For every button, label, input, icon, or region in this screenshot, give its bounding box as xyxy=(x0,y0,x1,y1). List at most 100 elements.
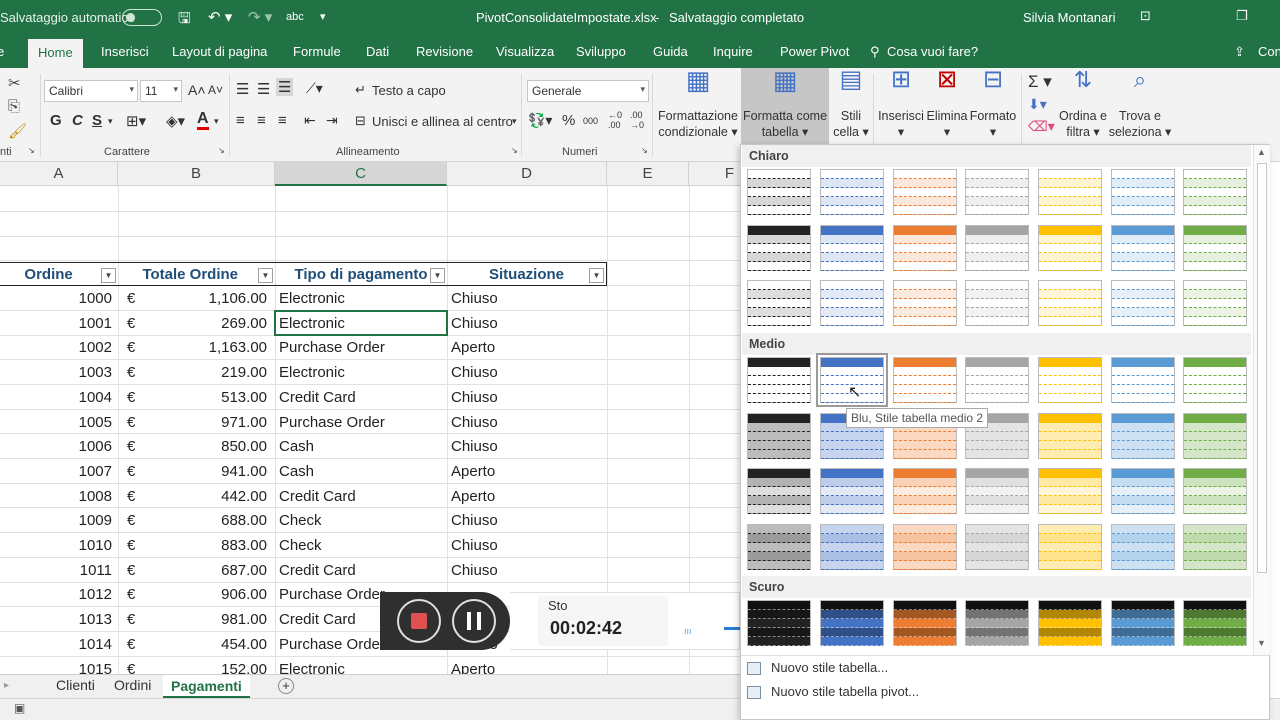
column-header-d[interactable]: D xyxy=(447,162,607,186)
merge-icon[interactable]: ⊟ xyxy=(355,113,366,129)
cell-ordine[interactable]: 1010 xyxy=(0,533,112,558)
cell-totale[interactable]: 883.00 xyxy=(140,533,267,558)
cell-situazione[interactable]: Aperto xyxy=(451,657,601,675)
cell-totale[interactable]: 269.00 xyxy=(140,311,267,336)
tab-power-pivot[interactable]: Power Pivot xyxy=(780,44,849,59)
cut-icon[interactable]: ✂ xyxy=(8,74,21,92)
table-style-swatch[interactable] xyxy=(1111,225,1175,271)
column-header-c[interactable]: C xyxy=(275,162,447,186)
increase-indent-icon[interactable]: ⇥ xyxy=(326,112,338,129)
cell-tipo[interactable]: Electronic xyxy=(279,657,447,675)
decrease-font-icon[interactable]: A˅ xyxy=(208,83,223,97)
pause-recording-button[interactable] xyxy=(452,599,496,643)
macro-record-icon[interactable]: ▣ xyxy=(14,701,25,715)
table-style-swatch[interactable] xyxy=(1038,357,1102,403)
cell-totale[interactable]: 971.00 xyxy=(140,410,267,435)
italic-button[interactable]: C xyxy=(72,112,83,129)
sheet-tab-clienti[interactable]: Clienti xyxy=(56,677,95,693)
table-style-swatch[interactable] xyxy=(1111,169,1175,215)
spelling-icon[interactable]: abc xyxy=(286,11,304,23)
scroll-sheets-left-icon[interactable]: ▸ xyxy=(4,680,9,691)
font-color-dropdown-icon[interactable]: ▾ xyxy=(214,116,219,127)
table-style-swatch[interactable] xyxy=(965,468,1029,514)
table-style-swatch[interactable] xyxy=(965,225,1029,271)
stop-recording-button[interactable] xyxy=(397,599,441,643)
cell-totale[interactable]: 152.00 xyxy=(140,657,267,675)
cell-tipo[interactable]: Check xyxy=(279,533,447,558)
clipboard-launcher-icon[interactable]: ↘ xyxy=(28,146,35,155)
tab-review[interactable]: Revisione xyxy=(416,44,473,59)
table-style-swatch[interactable] xyxy=(893,600,957,646)
tell-me-search[interactable]: Cosa vuoi fare? xyxy=(887,44,978,59)
tab-insert[interactable]: Inserisci xyxy=(101,44,149,59)
cell-situazione[interactable]: Chiuso xyxy=(451,508,601,533)
table-style-swatch[interactable] xyxy=(820,225,884,271)
table-style-swatch[interactable] xyxy=(820,524,884,570)
borders-icon[interactable]: ⊞▾ xyxy=(126,112,146,130)
cell-ordine[interactable]: 1008 xyxy=(0,484,112,509)
cell-ordine[interactable]: 1000 xyxy=(0,286,112,311)
alignment-launcher-icon[interactable]: ↘ xyxy=(511,146,518,155)
cell-ordine[interactable]: 1003 xyxy=(0,360,112,385)
underline-button[interactable]: S xyxy=(92,112,102,129)
align-left-icon[interactable]: ≡ xyxy=(236,112,245,129)
sheet-tab-ordini[interactable]: Ordini xyxy=(114,677,151,693)
table-style-swatch[interactable] xyxy=(1183,357,1247,403)
orientation-icon[interactable]: ⟋▾ xyxy=(306,80,323,97)
align-center-icon[interactable]: ≡ xyxy=(257,112,266,129)
table-style-swatch[interactable] xyxy=(1183,413,1247,459)
header-totale-ordine[interactable]: Totale Ordine xyxy=(118,262,275,286)
table-style-swatch[interactable] xyxy=(1111,357,1175,403)
table-style-swatch[interactable] xyxy=(1183,524,1247,570)
redo-icon[interactable]: ↷ ▾ xyxy=(248,8,272,26)
table-style-swatch[interactable] xyxy=(1038,600,1102,646)
share-button-partial[interactable]: Con xyxy=(1258,44,1280,59)
cell-tipo[interactable]: Electronic xyxy=(279,286,447,311)
cell-totale[interactable]: 687.00 xyxy=(140,558,267,583)
table-style-swatch[interactable] xyxy=(747,468,811,514)
column-header-e[interactable]: E xyxy=(607,162,689,186)
table-style-swatch[interactable] xyxy=(747,169,811,215)
cell-ordine[interactable]: 1014 xyxy=(0,632,112,657)
cell-totale[interactable]: 941.00 xyxy=(140,459,267,484)
cell-situazione[interactable]: Chiuso xyxy=(451,311,601,336)
cell-situazione[interactable]: Chiuso xyxy=(451,410,601,435)
number-format-combo[interactable]: Generale xyxy=(527,80,649,102)
merge-center-button[interactable]: Unisci e allinea al centro xyxy=(372,114,513,129)
scroll-thumb[interactable] xyxy=(1257,163,1267,573)
cell-totale[interactable]: 850.00 xyxy=(140,434,267,459)
table-style-swatch[interactable] xyxy=(1038,169,1102,215)
scroll-down-icon[interactable]: ▼ xyxy=(1257,638,1266,648)
table-style-swatch[interactable] xyxy=(747,280,811,326)
merge-dropdown-icon[interactable]: ▾ xyxy=(512,116,517,127)
table-style-swatch[interactable] xyxy=(893,225,957,271)
table-style-swatch[interactable] xyxy=(747,600,811,646)
increase-font-icon[interactable]: A˄ xyxy=(188,82,206,98)
cell-ordine[interactable]: 1009 xyxy=(0,508,112,533)
table-style-swatch[interactable] xyxy=(1183,225,1247,271)
column-header-b[interactable]: B xyxy=(118,162,275,186)
align-right-icon[interactable]: ≡ xyxy=(278,112,287,129)
cell-tipo[interactable]: Credit Card xyxy=(279,558,447,583)
filter-dropdown-icon[interactable]: ▼ xyxy=(589,268,604,283)
cell-totale[interactable]: 442.00 xyxy=(140,484,267,509)
underline-dropdown-icon[interactable]: ▾ xyxy=(108,116,113,127)
autosave-toggle[interactable] xyxy=(122,9,162,26)
table-style-swatch[interactable] xyxy=(820,468,884,514)
table-style-swatch[interactable] xyxy=(893,280,957,326)
increase-decimal-icon[interactable]: ←0.00 xyxy=(608,110,622,130)
filter-dropdown-icon[interactable]: ▼ xyxy=(430,268,445,283)
table-style-swatch[interactable] xyxy=(893,357,957,403)
tab-file-partial[interactable]: e xyxy=(0,44,4,59)
cell-styles-button[interactable]: ▤ Stili cella ▾ xyxy=(831,68,871,140)
table-style-swatch[interactable] xyxy=(747,225,811,271)
cell-ordine[interactable]: 1015 xyxy=(0,657,112,675)
cell-tipo[interactable]: Cash xyxy=(279,459,447,484)
decrease-decimal-icon[interactable]: .00 →0 xyxy=(630,110,644,130)
table-style-swatch[interactable] xyxy=(1183,468,1247,514)
table-style-swatch[interactable] xyxy=(1038,413,1102,459)
table-style-swatch[interactable] xyxy=(1111,280,1175,326)
user-name[interactable]: Silvia Montanari xyxy=(1023,10,1116,25)
cell-totale[interactable]: 454.00 xyxy=(140,632,267,657)
tab-inquire[interactable]: Inquire xyxy=(713,44,753,59)
